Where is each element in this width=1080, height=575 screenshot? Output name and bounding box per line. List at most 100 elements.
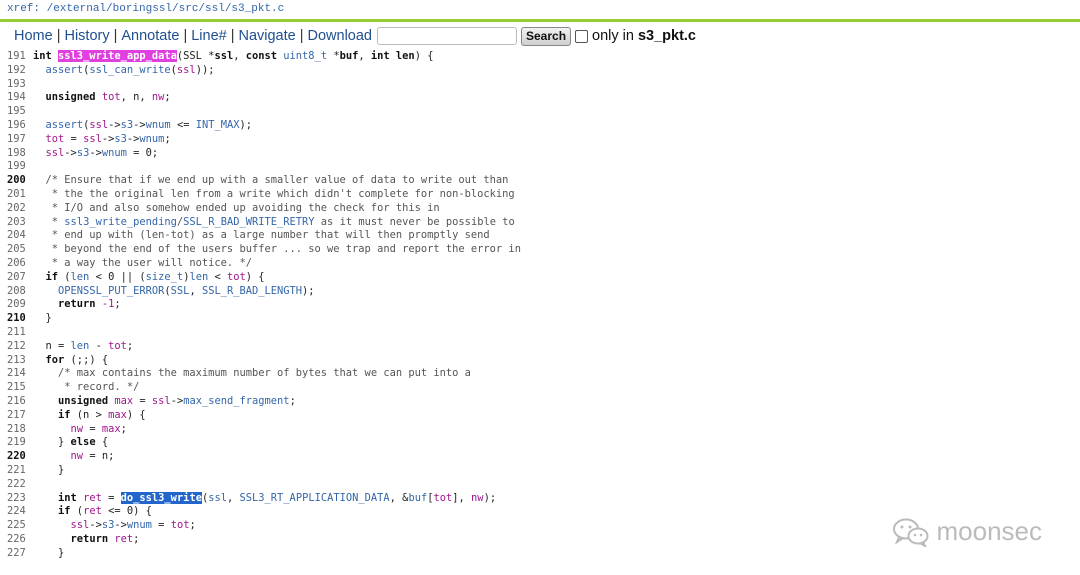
symbol-link[interactable]: max	[102, 423, 121, 435]
line-number-link[interactable]: 211	[0, 326, 33, 340]
symbol-link[interactable]: ssl3_write_pending	[64, 216, 177, 228]
symbol-link[interactable]: INT_MAX	[196, 119, 240, 131]
line-number-link[interactable]: 198	[0, 147, 33, 161]
symbol-link[interactable]: tot	[433, 492, 452, 504]
symbol-link[interactable]: s3	[77, 147, 90, 159]
line-number-link[interactable]: 227	[0, 547, 33, 561]
nav-download-link[interactable]: Download	[308, 28, 373, 44]
symbol-link[interactable]: ret	[83, 492, 102, 504]
line-number-link[interactable]: 214	[0, 367, 33, 381]
symbol-link[interactable]: tot	[46, 133, 65, 145]
symbol-link[interactable]: ssl	[46, 147, 65, 159]
line-number-link[interactable]: 193	[0, 78, 33, 92]
reference-highlight[interactable]: do_ssl3_write	[120, 491, 202, 504]
line-number-link[interactable]: 224	[0, 505, 33, 519]
line-number-link[interactable]: 217	[0, 409, 33, 423]
line-number-link[interactable]: 208	[0, 285, 33, 299]
line-number-link[interactable]: 207	[0, 271, 33, 285]
line-number-link[interactable]: 195	[0, 105, 33, 119]
symbol-link[interactable]: assert	[46, 64, 84, 76]
symbol-link[interactable]: buf	[408, 492, 427, 504]
symbol-link[interactable]: ret	[114, 533, 133, 545]
symbol-link[interactable]: SSL3_RT_APPLICATION_DATA	[240, 492, 390, 504]
symbol-link[interactable]: max	[108, 409, 127, 421]
nav-history-link[interactable]: History	[64, 28, 109, 44]
symbol-link[interactable]: len	[71, 340, 90, 352]
symbol-link[interactable]: tot	[108, 340, 127, 352]
symbol-link[interactable]: wnum	[146, 119, 171, 131]
line-number-link[interactable]: 206	[0, 257, 33, 271]
symbol-link[interactable]: nw	[71, 423, 84, 435]
symbol-link[interactable]: ssl	[89, 119, 108, 131]
only-in-file-checkbox[interactable]	[575, 29, 589, 43]
symbol-link[interactable]: SSL_R_BAD_LENGTH	[202, 285, 302, 297]
search-input[interactable]	[377, 27, 517, 45]
symbol-link[interactable]: assert	[46, 119, 84, 131]
line-number-link[interactable]: 215	[0, 381, 33, 395]
line-number-link[interactable]: 204	[0, 229, 33, 243]
line-number-link[interactable]: 192	[0, 64, 33, 78]
symbol-link[interactable]: ssl	[83, 133, 102, 145]
line-number-link[interactable]: 196	[0, 119, 33, 133]
nav-annotate-link[interactable]: Annotate	[121, 28, 179, 44]
line-number-link[interactable]: 209	[0, 298, 33, 312]
definition-highlight[interactable]: ssl3_write_app_data	[58, 50, 177, 62]
symbol-link[interactable]: ret	[83, 505, 102, 517]
symbol-link[interactable]: nw	[71, 450, 84, 462]
symbol-link[interactable]: tot	[102, 91, 121, 103]
watermark-text: moonsec	[936, 516, 1043, 546]
nav-line-number-link[interactable]: Line#	[191, 28, 226, 44]
nav-home-link[interactable]: Home	[14, 28, 53, 44]
symbol-link[interactable]: ssl	[208, 492, 227, 504]
symbol-link[interactable]: ssl_can_write	[89, 64, 170, 76]
code-line: 191 int ssl3_write_app_data(SSL *ssl, con…	[0, 50, 1080, 64]
symbol-link[interactable]: max	[114, 395, 133, 407]
line-number-link[interactable]: 221	[0, 464, 33, 478]
symbol-link[interactable]: wnum	[127, 519, 152, 531]
symbol-link[interactable]: s3	[114, 133, 127, 145]
symbol-link[interactable]: ssl	[152, 395, 171, 407]
line-number-link[interactable]: 200	[0, 174, 33, 188]
line-number-link[interactable]: 210	[0, 312, 33, 326]
line-number-link[interactable]: 205	[0, 243, 33, 257]
symbol-link[interactable]: ssl	[71, 519, 90, 531]
line-number-link[interactable]: 194	[0, 91, 33, 105]
symbol-link[interactable]: size_t	[146, 271, 184, 283]
line-number-link[interactable]: 213	[0, 354, 33, 368]
symbol-link[interactable]: SSL	[171, 285, 190, 297]
symbol-link[interactable]: s3	[102, 519, 115, 531]
nav-navigate-link[interactable]: Navigate	[238, 28, 295, 44]
code-token: ;	[114, 298, 121, 311]
symbol-link[interactable]: ssl	[177, 64, 196, 76]
line-number-link[interactable]: 202	[0, 202, 33, 216]
line-number-link[interactable]: 201	[0, 188, 33, 202]
symbol-link[interactable]: nw	[471, 492, 484, 504]
line-number-link[interactable]: 225	[0, 519, 33, 533]
symbol-link[interactable]: max_send_fragment	[183, 395, 289, 407]
line-number-link[interactable]: 191	[0, 50, 33, 64]
line-number-link[interactable]: 223	[0, 492, 33, 506]
line-number-link[interactable]: 212	[0, 340, 33, 354]
symbol-link[interactable]: len	[189, 271, 208, 283]
line-number-link[interactable]: 219	[0, 436, 33, 450]
line-number-link[interactable]: 197	[0, 133, 33, 147]
line-number-link[interactable]: 218	[0, 423, 33, 437]
symbol-link[interactable]: wnum	[102, 147, 127, 159]
symbol-link[interactable]: nw	[152, 91, 165, 103]
line-number-link[interactable]: 216	[0, 395, 33, 409]
line-number-link[interactable]: 226	[0, 533, 33, 547]
symbol-link[interactable]: s3	[121, 119, 134, 131]
symbol-link[interactable]: OPENSSL_PUT_ERROR	[58, 285, 164, 297]
line-number-link[interactable]: 222	[0, 478, 33, 492]
symbol-link[interactable]: tot	[171, 519, 190, 531]
symbol-link[interactable]: SSL_R_BAD_WRITE_RETRY	[183, 216, 314, 228]
line-number-link[interactable]: 199	[0, 160, 33, 174]
symbol-link[interactable]: tot	[227, 271, 246, 283]
line-number-link[interactable]: 203	[0, 216, 33, 230]
line-number-link[interactable]: 220	[0, 450, 33, 464]
search-button[interactable]: Search	[521, 26, 572, 46]
symbol-link[interactable]: wnum	[139, 133, 164, 145]
symbol-link[interactable]: len	[71, 271, 90, 283]
